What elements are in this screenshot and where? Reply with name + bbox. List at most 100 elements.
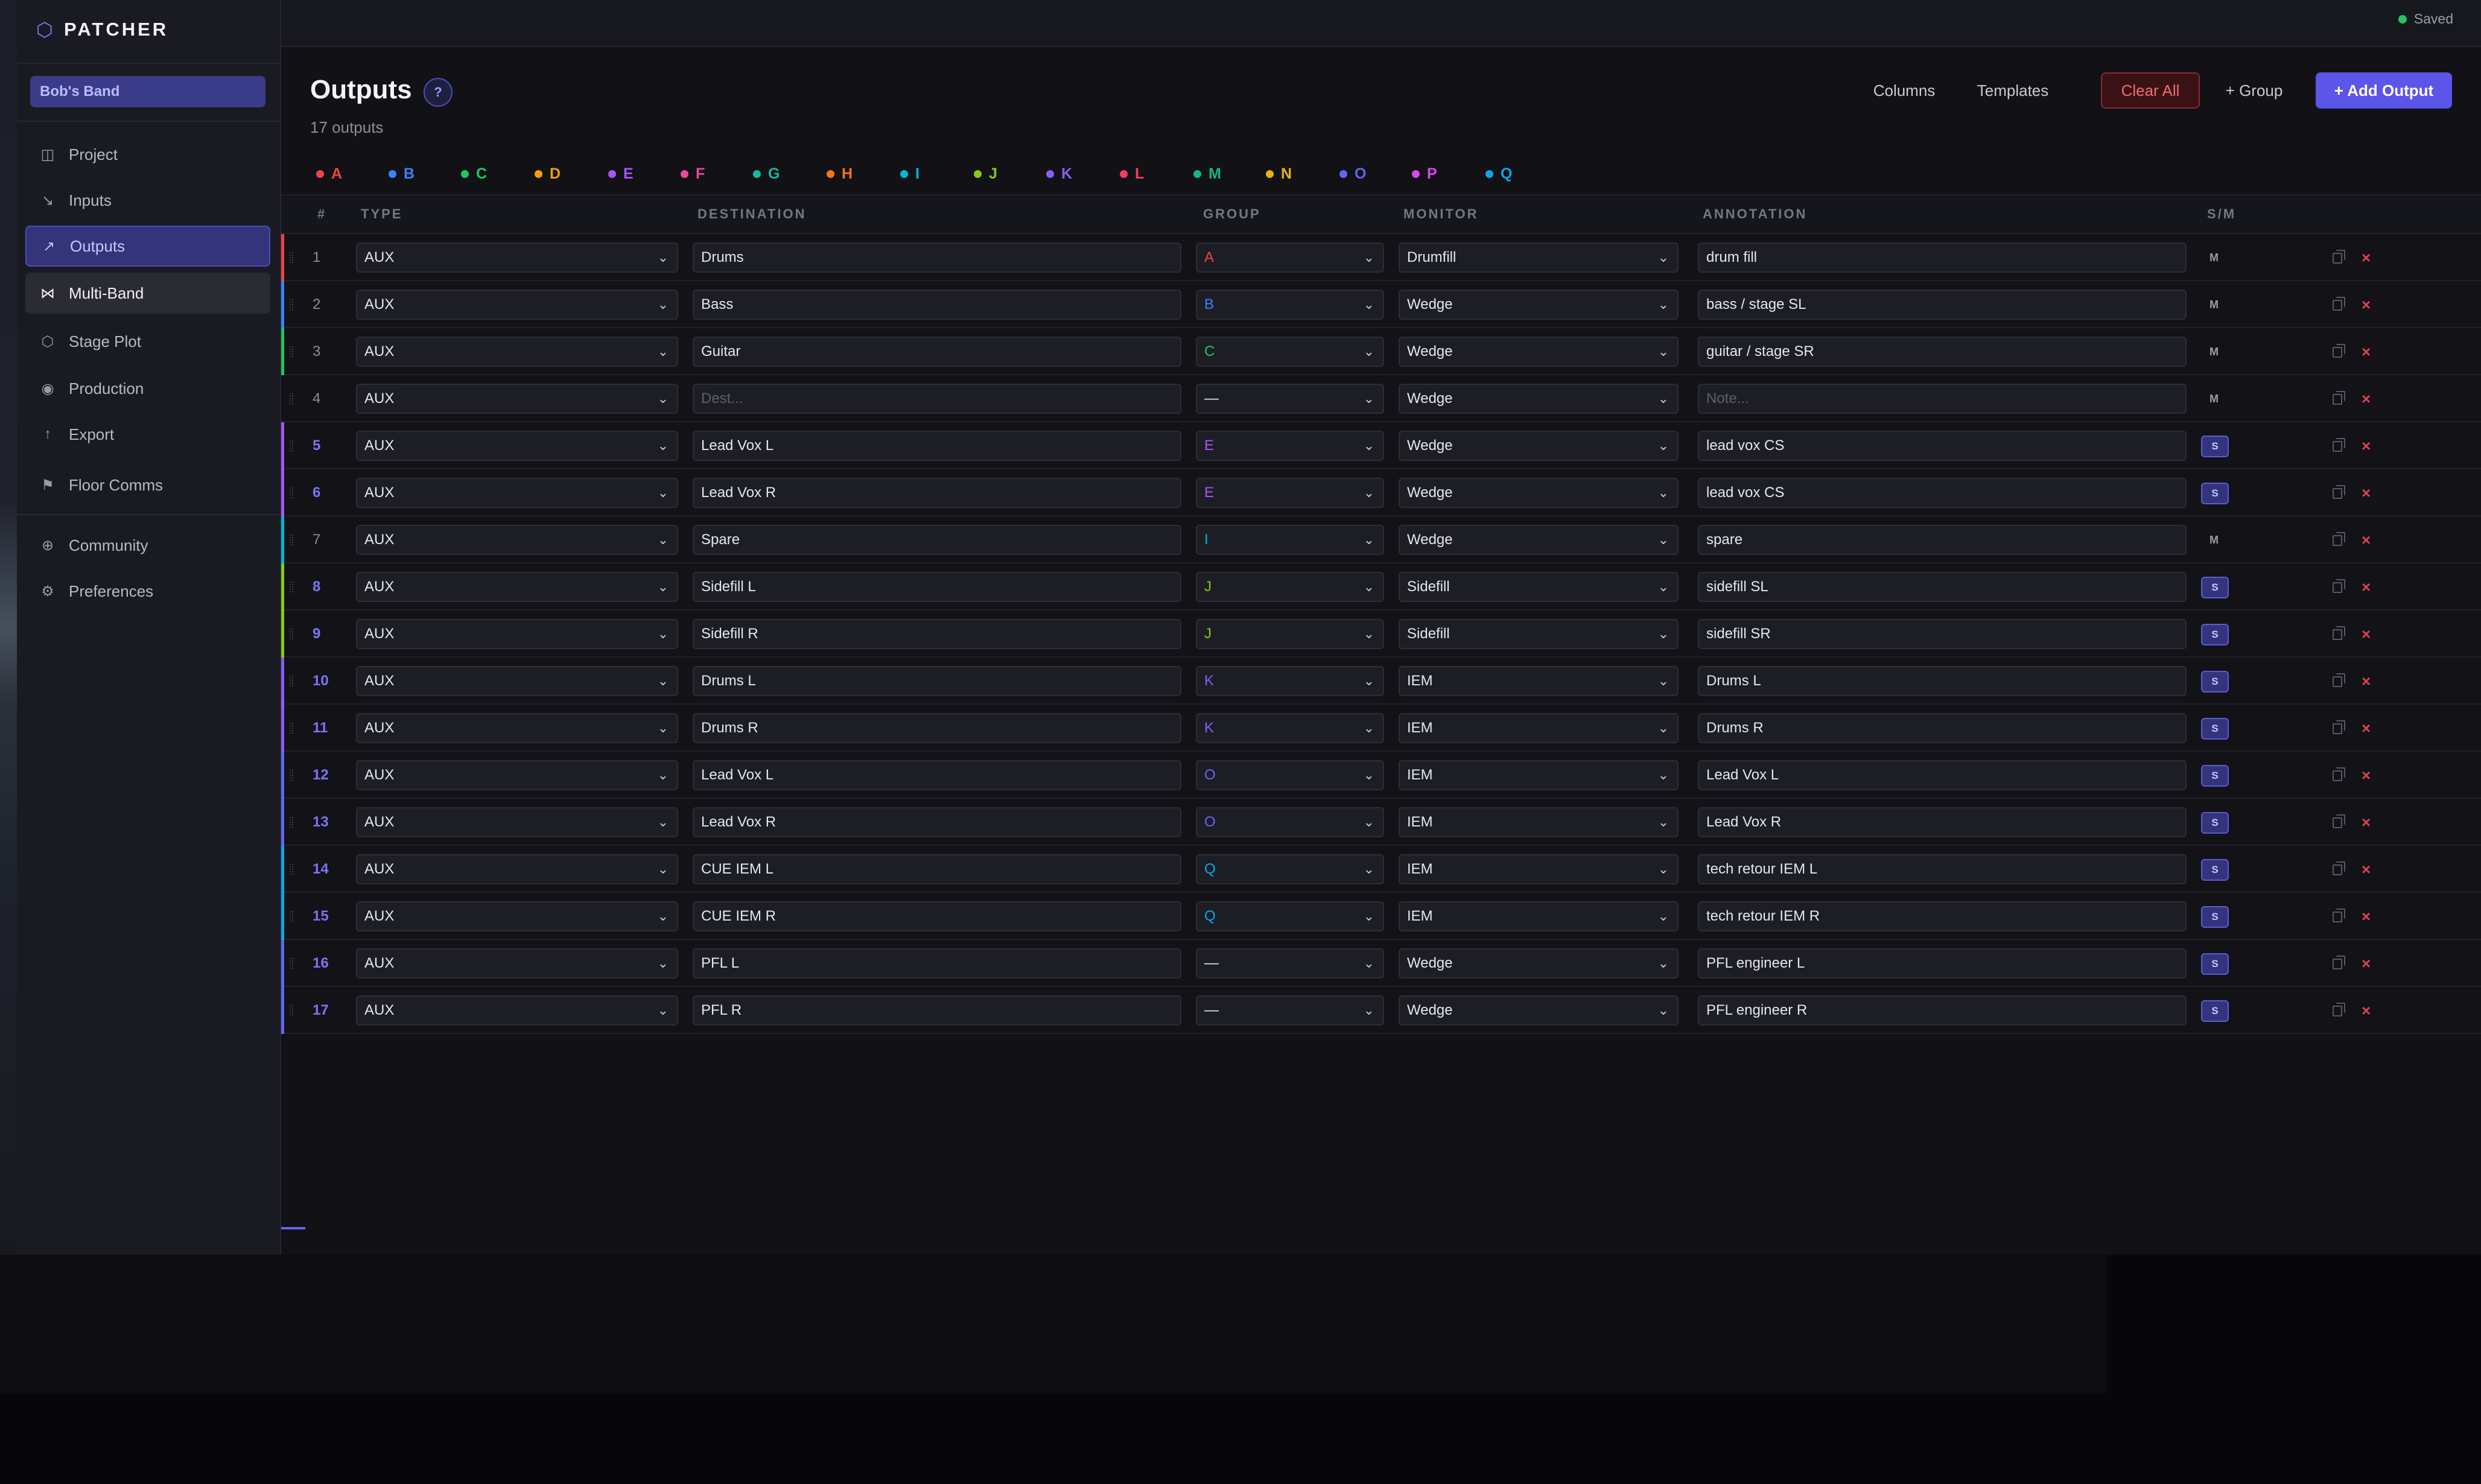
- solo-button[interactable]: S: [2201, 718, 2229, 740]
- drag-handle-icon[interactable]: [290, 534, 293, 545]
- drag-handle-icon[interactable]: [290, 770, 293, 781]
- solo-button[interactable]: S: [2201, 859, 2229, 881]
- legend-item-j[interactable]: J: [974, 165, 997, 183]
- drag-handle-icon[interactable]: [290, 299, 293, 310]
- duplicate-icon[interactable]: [2333, 626, 2345, 640]
- type-select[interactable]: AUX ⌄: [356, 290, 678, 320]
- duplicate-icon[interactable]: [2333, 767, 2345, 781]
- sidebar-item-outputs[interactable]: ↗ Outputs: [25, 226, 270, 267]
- drag-handle-icon[interactable]: [290, 911, 293, 922]
- duplicate-icon[interactable]: [2333, 297, 2345, 311]
- duplicate-icon[interactable]: [2333, 344, 2345, 358]
- destination-field[interactable]: Spare: [693, 525, 1181, 555]
- mute-toggle[interactable]: M: [2209, 516, 2219, 563]
- destination-field[interactable]: Lead Vox R: [693, 807, 1181, 837]
- sidebar-item-community[interactable]: ⊕ Community: [25, 525, 270, 566]
- help-button[interactable]: ?: [424, 78, 453, 107]
- drag-handle-icon[interactable]: [290, 487, 293, 498]
- delete-icon[interactable]: ×: [2362, 328, 2371, 375]
- delete-icon[interactable]: ×: [2362, 940, 2371, 987]
- sidebar-item-inputs[interactable]: ↘ Inputs: [25, 180, 270, 221]
- monitor-select[interactable]: Sidefill ⌄: [1399, 572, 1679, 602]
- duplicate-icon[interactable]: [2333, 673, 2345, 687]
- type-select[interactable]: AUX ⌄: [356, 807, 678, 837]
- drag-handle-icon[interactable]: [290, 346, 293, 357]
- duplicate-icon[interactable]: [2333, 1003, 2345, 1016]
- mute-toggle[interactable]: M: [2209, 234, 2219, 281]
- delete-icon[interactable]: ×: [2362, 563, 2371, 610]
- legend-item-q[interactable]: Q: [1485, 165, 1512, 183]
- duplicate-icon[interactable]: [2333, 391, 2345, 405]
- solo-button[interactable]: S: [2201, 577, 2229, 598]
- delete-icon[interactable]: ×: [2362, 987, 2371, 1034]
- destination-field[interactable]: PFL R: [693, 995, 1181, 1026]
- destination-field[interactable]: Sidefill L: [693, 572, 1181, 602]
- delete-icon[interactable]: ×: [2362, 658, 2371, 705]
- legend-item-n[interactable]: N: [1266, 165, 1292, 183]
- monitor-select[interactable]: Wedge ⌄: [1399, 478, 1679, 508]
- monitor-select[interactable]: Wedge ⌄: [1399, 431, 1679, 461]
- destination-field[interactable]: Drums L: [693, 666, 1181, 696]
- type-select[interactable]: AUX ⌄: [356, 478, 678, 508]
- group-select[interactable]: — ⌄: [1196, 995, 1384, 1026]
- monitor-select[interactable]: IEM ⌄: [1399, 713, 1679, 743]
- type-select[interactable]: AUX ⌄: [356, 901, 678, 931]
- duplicate-icon[interactable]: [2333, 485, 2345, 499]
- destination-field[interactable]: CUE IEM L: [693, 854, 1181, 884]
- type-select[interactable]: AUX ⌄: [356, 713, 678, 743]
- group-select[interactable]: — ⌄: [1196, 384, 1384, 414]
- sidebar-item-floor-comms[interactable]: ⚑ Floor Comms: [25, 465, 270, 506]
- sidebar-item-preferences[interactable]: ⚙ Preferences: [25, 571, 270, 612]
- legend-item-h[interactable]: H: [827, 165, 853, 183]
- monitor-select[interactable]: IEM ⌄: [1399, 854, 1679, 884]
- annotation-field[interactable]: lead vox CS: [1698, 478, 2187, 508]
- annotation-field[interactable]: Note...: [1698, 384, 2187, 414]
- solo-button[interactable]: S: [2201, 953, 2229, 975]
- destination-field[interactable]: Sidefill R: [693, 619, 1181, 649]
- legend-item-g[interactable]: G: [753, 165, 780, 183]
- solo-button[interactable]: S: [2201, 483, 2229, 504]
- sidebar-item-multi-band[interactable]: ⋈ Multi-Band: [25, 273, 270, 314]
- duplicate-icon[interactable]: [2333, 532, 2345, 546]
- drag-handle-icon[interactable]: [290, 1005, 293, 1016]
- destination-field[interactable]: Lead Vox L: [693, 431, 1181, 461]
- solo-button[interactable]: S: [2201, 624, 2229, 645]
- solo-button[interactable]: S: [2201, 812, 2229, 834]
- templates-button[interactable]: Templates: [1965, 72, 2061, 109]
- group-select[interactable]: I ⌄: [1196, 525, 1384, 555]
- type-select[interactable]: AUX ⌄: [356, 948, 678, 978]
- annotation-field[interactable]: PFL engineer L: [1698, 948, 2187, 978]
- group-select[interactable]: J ⌄: [1196, 572, 1384, 602]
- monitor-select[interactable]: IEM ⌄: [1399, 807, 1679, 837]
- drag-handle-icon[interactable]: [290, 958, 293, 969]
- delete-icon[interactable]: ×: [2362, 893, 2371, 940]
- duplicate-icon[interactable]: [2333, 250, 2345, 264]
- solo-button[interactable]: S: [2201, 671, 2229, 693]
- mute-toggle[interactable]: M: [2209, 281, 2219, 328]
- add-group-button[interactable]: + Group: [2218, 72, 2290, 109]
- legend-item-a[interactable]: A: [316, 165, 342, 183]
- annotation-field[interactable]: spare: [1698, 525, 2187, 555]
- destination-field[interactable]: PFL L: [693, 948, 1181, 978]
- annotation-field[interactable]: lead vox CS: [1698, 431, 2187, 461]
- delete-icon[interactable]: ×: [2362, 799, 2371, 846]
- annotation-field[interactable]: sidefill SL: [1698, 572, 2187, 602]
- solo-button[interactable]: S: [2201, 906, 2229, 928]
- legend-item-o[interactable]: O: [1339, 165, 1366, 183]
- annotation-field[interactable]: drum fill: [1698, 243, 2187, 273]
- annotation-field[interactable]: Lead Vox L: [1698, 760, 2187, 790]
- annotation-field[interactable]: tech retour IEM L: [1698, 854, 2187, 884]
- mute-toggle[interactable]: M: [2209, 375, 2219, 422]
- drag-handle-icon[interactable]: [290, 252, 293, 263]
- monitor-select[interactable]: Wedge ⌄: [1399, 948, 1679, 978]
- annotation-field[interactable]: sidefill SR: [1698, 619, 2187, 649]
- destination-field[interactable]: Bass: [693, 290, 1181, 320]
- legend-item-f[interactable]: F: [681, 165, 705, 183]
- group-select[interactable]: — ⌄: [1196, 948, 1384, 978]
- delete-icon[interactable]: ×: [2362, 469, 2371, 516]
- monitor-select[interactable]: IEM ⌄: [1399, 760, 1679, 790]
- duplicate-icon[interactable]: [2333, 861, 2345, 875]
- group-select[interactable]: K ⌄: [1196, 713, 1384, 743]
- destination-field[interactable]: Drums R: [693, 713, 1181, 743]
- annotation-field[interactable]: PFL engineer R: [1698, 995, 2187, 1026]
